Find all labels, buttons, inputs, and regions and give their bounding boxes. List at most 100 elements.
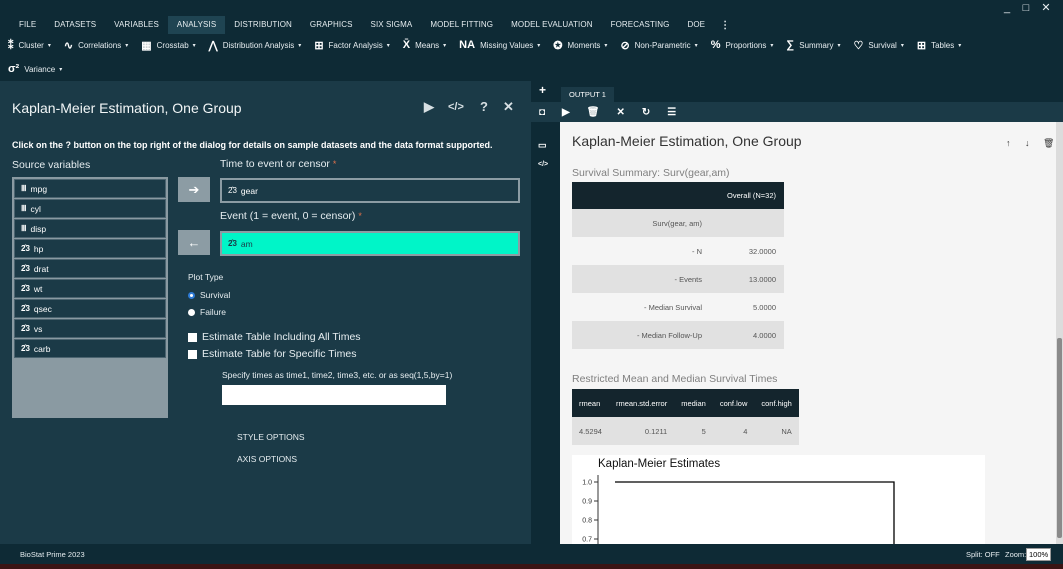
axis-options-link[interactable]: AXIS OPTIONS bbox=[237, 454, 297, 464]
code-icon[interactable]: </> bbox=[448, 101, 464, 113]
table-row: - N 32.0000 bbox=[572, 237, 784, 265]
menu-file[interactable]: FILE bbox=[10, 16, 45, 34]
variable-item-drat[interactable]: 2̂3 drat bbox=[14, 259, 166, 278]
minimize-button[interactable]: _ bbox=[998, 0, 1016, 16]
tool-missing-values[interactable]: NA Missing Values ▾ bbox=[459, 39, 540, 51]
menu-doe[interactable]: DOE bbox=[678, 16, 714, 34]
menu-six-sigma[interactable]: SIX SIGMA bbox=[362, 16, 422, 34]
time-target-box[interactable]: 2̂3 gear bbox=[220, 178, 520, 203]
help-icon[interactable]: ? bbox=[480, 99, 488, 114]
variable-item-carb[interactable]: 2̂3 carb bbox=[14, 339, 166, 358]
tool-variance[interactable]: σ² Variance ▾ bbox=[8, 63, 62, 75]
checkbox-specific-times[interactable]: Estimate Table for Specific Times bbox=[188, 348, 356, 360]
source-variables-list: Ⅲmpg Ⅲcyl Ⅲdisp 2̂3 hp 2̂3 drat 2̂3 wt 2̂3 qsec 2̂3… bbox=[12, 177, 168, 418]
run-icon[interactable]: ▶ bbox=[424, 99, 434, 115]
dialog-panel: Kaplan-Meier Estimation, One Group ▶ </>… bbox=[0, 81, 531, 544]
row-value: 5.0000 bbox=[753, 302, 776, 312]
code-view-icon[interactable]: </> bbox=[538, 161, 548, 168]
menu-distribution[interactable]: DISTRIBUTION bbox=[225, 16, 301, 34]
close-window-button[interactable]: ✕ bbox=[1037, 0, 1055, 16]
tab-output-1[interactable]: OUTPUT 1 bbox=[561, 87, 614, 102]
tool-correlations[interactable]: ∿ Correlations ▾ bbox=[64, 39, 128, 52]
bottom-strip bbox=[0, 564, 1063, 569]
tool-moments[interactable]: ✪ Moments ▾ bbox=[553, 39, 607, 52]
row-label: - Events bbox=[572, 265, 710, 293]
style-options-link[interactable]: STYLE OPTIONS bbox=[237, 432, 305, 442]
variable-item-mpg[interactable]: Ⅲmpg bbox=[14, 179, 166, 198]
output-toolbar: ◘ ▶ 🗑 ✕ ↻ ☰ bbox=[531, 102, 1063, 122]
table-row: 4.5294 0.1211 5 4 NA bbox=[572, 417, 799, 445]
variable-item-cyl[interactable]: Ⅲcyl bbox=[14, 199, 166, 218]
row-label: Surv(gear, am) bbox=[572, 209, 710, 237]
variable-item-disp[interactable]: Ⅲdisp bbox=[14, 219, 166, 238]
scroll-thumb[interactable] bbox=[1057, 338, 1062, 538]
move-down-icon[interactable]: ↓ bbox=[1025, 138, 1030, 148]
save-icon[interactable]: ◘ bbox=[539, 107, 545, 118]
move-to-time-button[interactable]: ➔ bbox=[178, 177, 210, 202]
time-label-text: Time to event or censor bbox=[220, 158, 330, 170]
chevron-down-icon: ▾ bbox=[770, 42, 774, 49]
header-median: median bbox=[674, 389, 713, 417]
menu-model-fitting[interactable]: MODEL FITTING bbox=[421, 16, 502, 34]
tool-means[interactable]: X̄ Means ▾ bbox=[403, 39, 446, 51]
tool-label: Means bbox=[415, 40, 440, 50]
row-label: - Median Survival bbox=[644, 302, 702, 312]
menu-model-evaluation[interactable]: MODEL EVALUATION bbox=[502, 16, 601, 34]
radio-failure[interactable]: Failure bbox=[188, 307, 226, 317]
tool-non-parametric[interactable]: ⊘ Non-Parametric ▾ bbox=[620, 39, 697, 52]
delete-icon[interactable]: 🗑 bbox=[587, 107, 600, 118]
menu-graphics[interactable]: GRAPHICS bbox=[301, 16, 362, 34]
ordinal-icon: 2̂3 bbox=[21, 264, 30, 273]
more-menu-icon[interactable]: ⋮ bbox=[714, 20, 736, 31]
move-up-icon[interactable]: ↑ bbox=[1006, 138, 1011, 148]
tool-distribution-analysis[interactable]: ⋀ Distribution Analysis ▾ bbox=[209, 39, 302, 52]
move-from-event-button[interactable]: ← bbox=[178, 230, 210, 255]
row-value: 4.0000 bbox=[710, 321, 784, 349]
cell-conf-high: NA bbox=[754, 417, 799, 445]
collapse-icon[interactable]: ▭ bbox=[538, 140, 547, 151]
tool-survival[interactable]: ♡ Survival ▾ bbox=[854, 39, 904, 52]
ordinal-icon: 2̂3 bbox=[228, 186, 237, 195]
tool-crosstab[interactable]: ▦ Crosstab ▾ bbox=[141, 39, 195, 52]
export-icon[interactable]: ▶ bbox=[562, 107, 570, 118]
close-dialog-icon[interactable]: ✕ bbox=[503, 99, 514, 115]
variable-label: qsec bbox=[33, 303, 52, 314]
radio-survival[interactable]: Survival bbox=[188, 290, 230, 300]
menu-analysis[interactable]: ANALYSIS bbox=[167, 16, 226, 34]
refresh-icon[interactable]: ↻ bbox=[642, 107, 650, 118]
zoom-value[interactable]: 100% bbox=[1026, 548, 1052, 561]
delete-output-icon[interactable]: 🗑 bbox=[1043, 138, 1054, 149]
menu-datasets[interactable]: DATASETS bbox=[45, 16, 105, 34]
tool-tables[interactable]: ⊞ Tables ▾ bbox=[917, 39, 961, 52]
km-curve bbox=[615, 481, 895, 544]
tool-label: Missing Values bbox=[480, 40, 534, 50]
menu-forecasting[interactable]: FORECASTING bbox=[602, 16, 679, 34]
tool-proportions[interactable]: % Proportions ▾ bbox=[711, 39, 774, 51]
chevron-down-icon: ▾ bbox=[958, 42, 962, 49]
menu-variables[interactable]: VARIABLES bbox=[105, 16, 168, 34]
list-icon[interactable]: ☰ bbox=[667, 107, 676, 118]
times-input[interactable] bbox=[222, 385, 446, 405]
split-status[interactable]: Split: OFF bbox=[966, 550, 1000, 559]
output-tab-bar: + OUTPUT 1 bbox=[531, 81, 1063, 102]
variable-label: wt bbox=[33, 283, 43, 294]
analysis-toolbar: ⁑ Cluster ▾ ∿ Correlations ▾ ▦ Crosstab ▾ ⋀ Distri… bbox=[0, 34, 1063, 81]
tool-factor-analysis[interactable]: ⊞ Factor Analysis ▾ bbox=[314, 39, 389, 52]
output-scrollbar[interactable] bbox=[1056, 122, 1063, 544]
variable-item-hp[interactable]: 2̂3 hp bbox=[14, 239, 166, 258]
tool-label: Tables bbox=[931, 40, 955, 50]
maximize-button[interactable]: □ bbox=[1017, 0, 1035, 16]
add-tab-button[interactable]: + bbox=[539, 83, 546, 97]
tool-label: Non-Parametric bbox=[634, 40, 691, 50]
variable-item-vs[interactable]: 2̂3 vs bbox=[14, 319, 166, 338]
variable-item-wt[interactable]: 2̂3 wt bbox=[14, 279, 166, 298]
ordinal-icon: 2̂3 bbox=[21, 244, 30, 253]
close-output-icon[interactable]: ✕ bbox=[616, 107, 624, 118]
tool-cluster[interactable]: ⁑ Cluster ▾ bbox=[8, 39, 51, 52]
output-content: Kaplan-Meier Estimation, One Group ↑ ↓ 🗑… bbox=[560, 122, 1056, 544]
event-target-box[interactable]: 2̂3 am bbox=[220, 231, 520, 256]
tool-summary[interactable]: ∑ Summary ▾ bbox=[786, 39, 840, 51]
checkbox-all-times[interactable]: Estimate Table Including All Times bbox=[188, 331, 361, 343]
y-tick-label: 1.0 bbox=[582, 480, 592, 487]
variable-item-qsec[interactable]: 2̂3 qsec bbox=[14, 299, 166, 318]
